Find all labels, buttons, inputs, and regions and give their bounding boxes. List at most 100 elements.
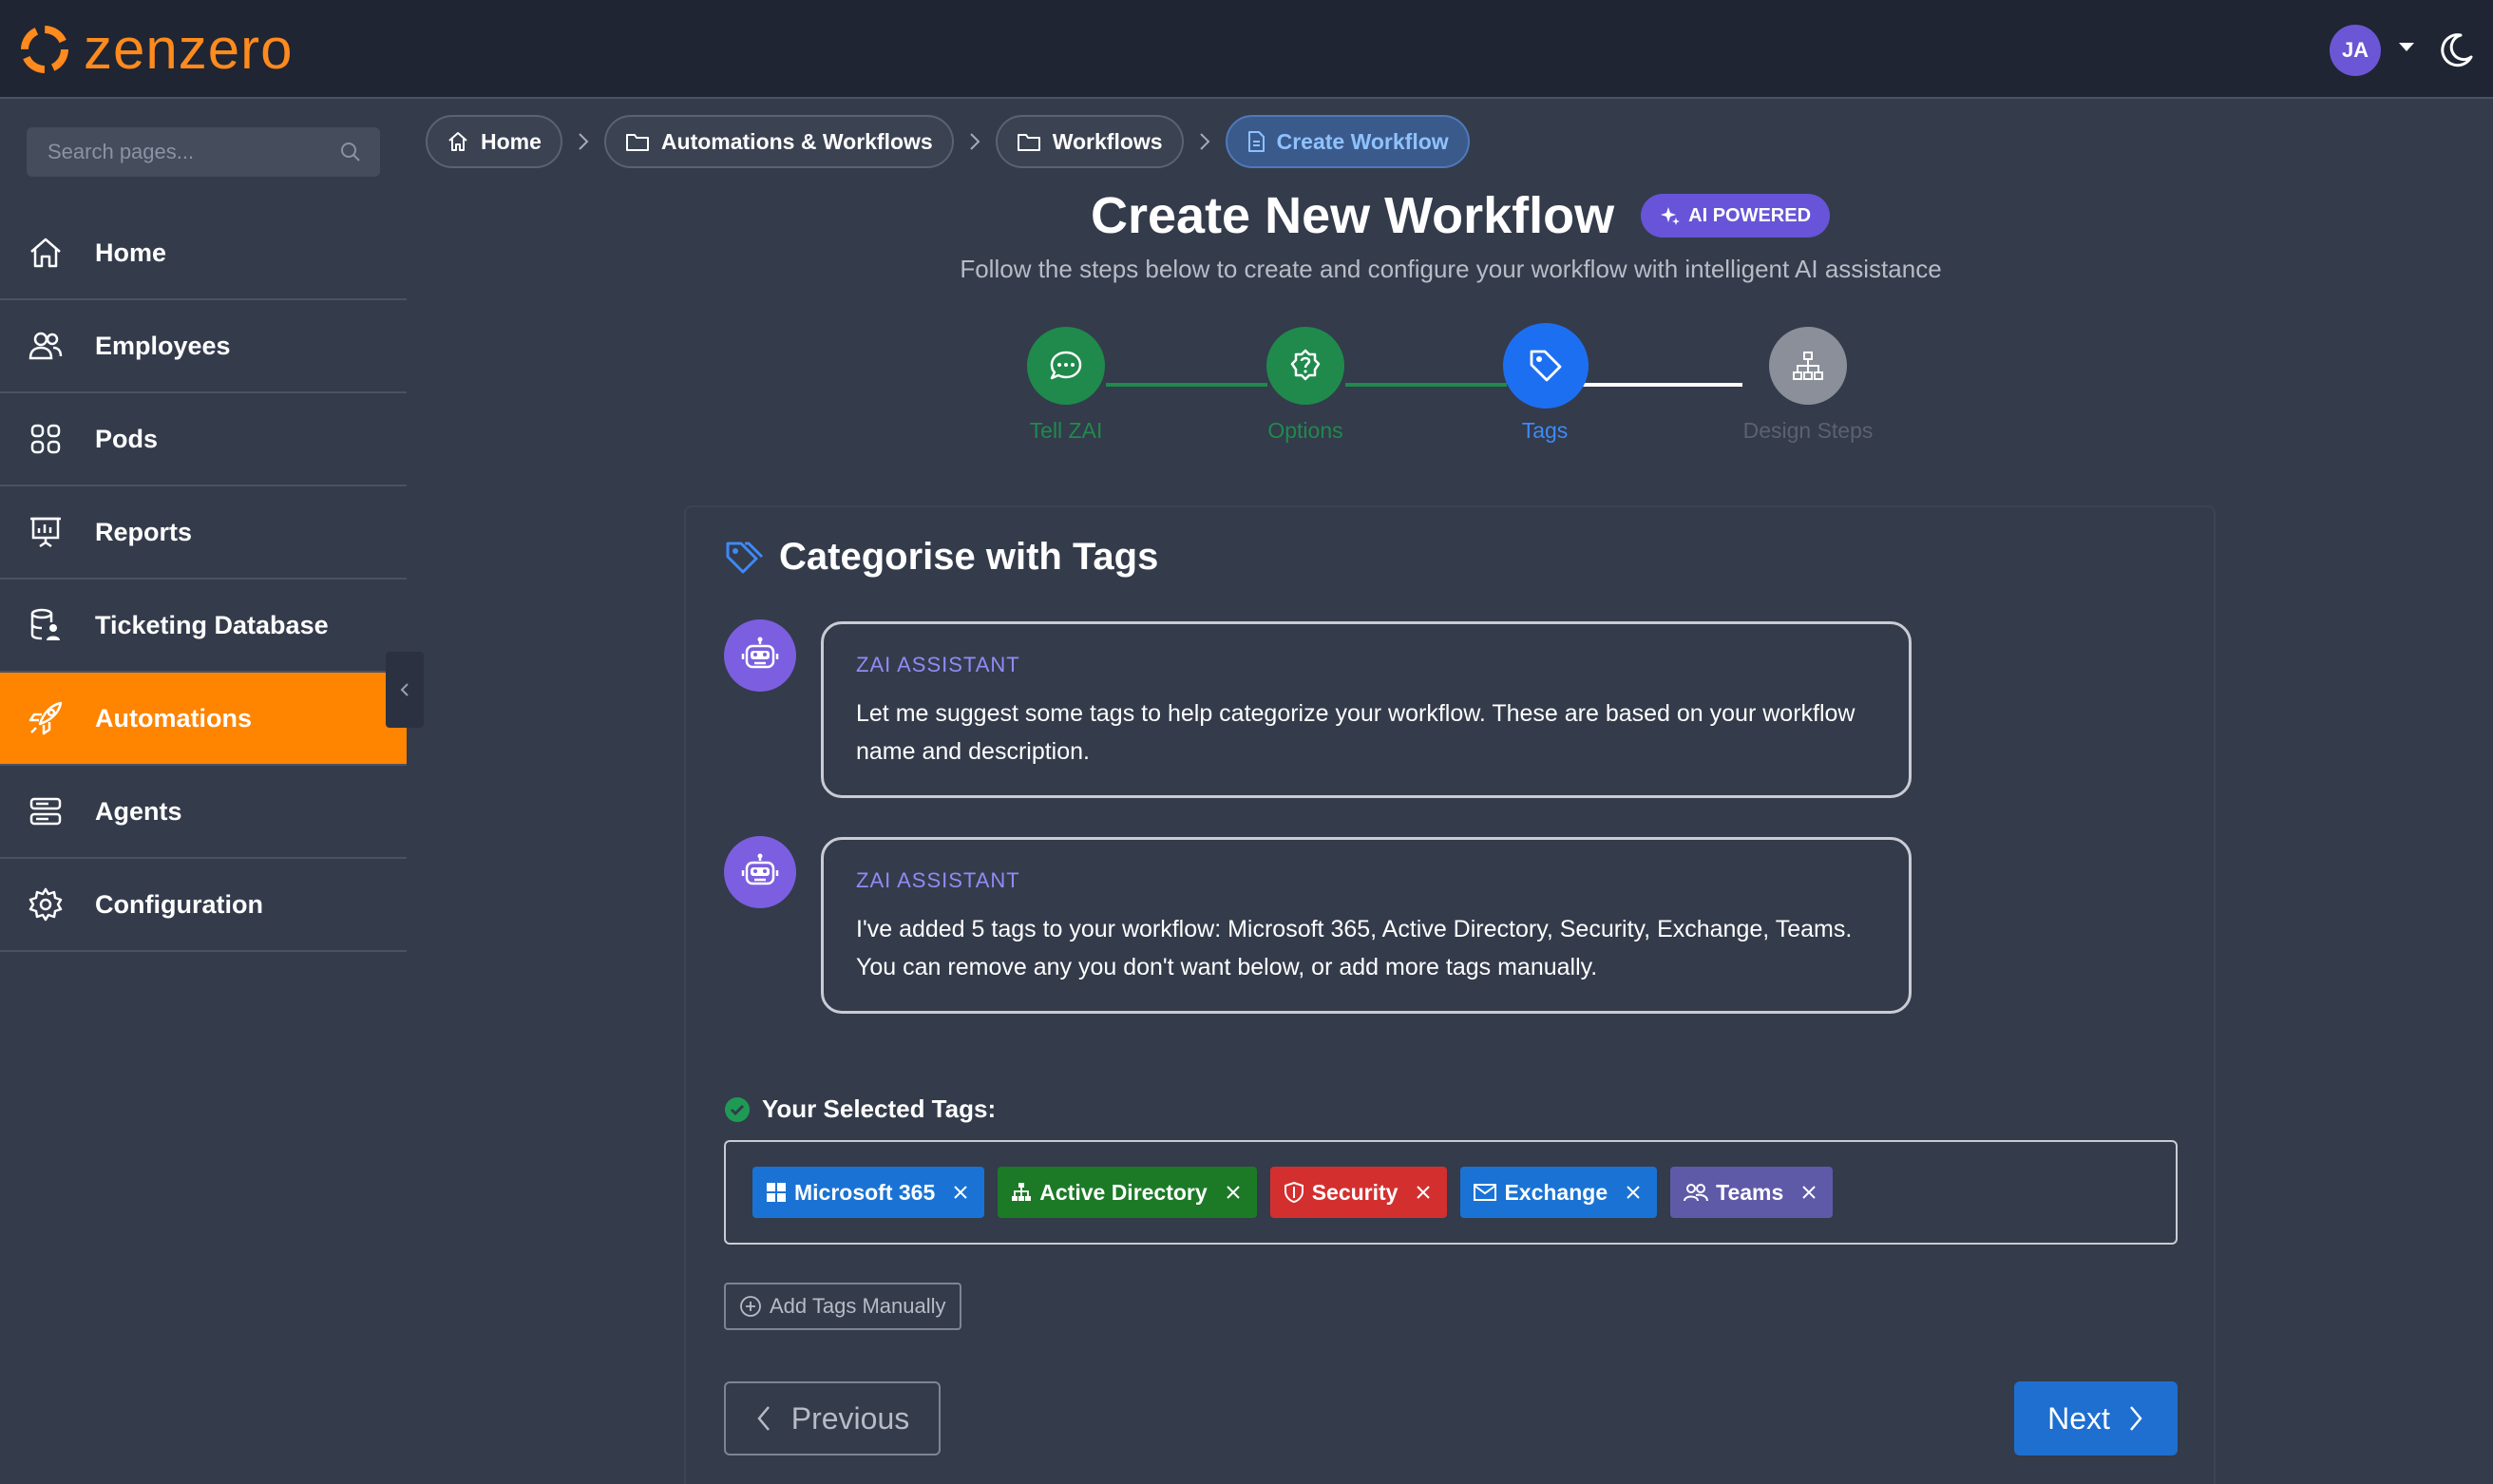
robot-icon	[741, 637, 779, 669]
assistant-message: ZAI ASSISTANT Let me suggest some tags t…	[821, 621, 1912, 798]
step-options[interactable]	[1266, 327, 1344, 405]
logo-text: zenzero	[84, 17, 294, 81]
step-connector	[1583, 383, 1742, 387]
sidebar-item-label: Ticketing Database	[95, 610, 329, 639]
selected-tags-label: Your Selected Tags:	[762, 1094, 997, 1123]
breadcrumb-create-workflow[interactable]: Create Workflow	[1225, 115, 1470, 168]
sidebar-item-pods[interactable]: Pods	[0, 393, 407, 486]
section-header: Categorise with Tags	[724, 536, 1158, 579]
windows-icon	[767, 1183, 786, 1202]
folder-icon	[1017, 134, 1040, 151]
sidebar: Home Employees Pods Reports Ticketing Da…	[0, 99, 407, 1474]
tag-chip[interactable]: Exchange	[1460, 1167, 1658, 1218]
breadcrumb-label: Create Workflow	[1276, 128, 1449, 154]
tag-chip[interactable]: Active Directory	[998, 1167, 1257, 1218]
tag-chip[interactable]: Security	[1269, 1167, 1448, 1218]
message-sender: ZAI ASSISTANT	[856, 653, 1020, 676]
sidebar-item-label: Configuration	[95, 889, 263, 919]
chat-icon	[1050, 351, 1082, 380]
breadcrumb-label: Automations & Workflows	[660, 128, 933, 154]
chevron-right-icon	[1199, 133, 1210, 150]
sidebar-item-reports[interactable]: Reports	[0, 486, 407, 580]
message-text-line: Let me suggest some tags to help categor…	[856, 700, 1855, 727]
add-tags-label: Add Tags Manually	[770, 1294, 946, 1318]
document-icon	[1247, 131, 1265, 152]
page-subtitle: Follow the steps below to create and con…	[960, 255, 1942, 283]
sidebar-item-home[interactable]: Home	[0, 207, 407, 300]
server-icon	[29, 797, 62, 826]
chevron-right-icon	[579, 133, 589, 150]
logo-mark-icon	[21, 26, 68, 73]
tag-label: Security	[1311, 1179, 1399, 1205]
step-connector	[1345, 383, 1507, 387]
sidebar-item-agents[interactable]: Agents	[0, 766, 407, 859]
add-tags-manually-button[interactable]: Add Tags Manually	[724, 1283, 961, 1330]
tag-icon	[726, 542, 764, 573]
check-circle-icon	[725, 1096, 750, 1122]
tag-chip[interactable]: Microsoft 365	[752, 1167, 985, 1218]
assistant-avatar	[724, 619, 796, 692]
page-title: Create New Workflow	[1091, 187, 1615, 244]
grid-icon	[30, 424, 61, 454]
close-icon[interactable]	[1225, 1184, 1242, 1201]
step-design-steps[interactable]	[1769, 327, 1847, 405]
home-icon	[30, 238, 61, 268]
ai-powered-badge: AI POWERED	[1641, 194, 1831, 238]
next-button[interactable]: Next	[2014, 1381, 2178, 1455]
close-icon[interactable]	[952, 1184, 969, 1201]
caret-down-icon[interactable]	[2398, 42, 2415, 53]
sidebar-collapse-button[interactable]	[386, 652, 424, 728]
section-title: Categorise with Tags	[779, 536, 1159, 578]
tag-label: Microsoft 365	[794, 1179, 936, 1205]
sidebar-item-label: Automations	[95, 703, 252, 732]
tag-label: Active Directory	[1039, 1179, 1208, 1205]
step-label: Tags	[1521, 418, 1569, 443]
tag-label: Exchange	[1504, 1179, 1608, 1205]
search-box[interactable]	[27, 127, 380, 177]
close-icon[interactable]	[1415, 1184, 1432, 1201]
message-sender: ZAI ASSISTANT	[856, 868, 1020, 892]
sidebar-item-label: Reports	[95, 517, 193, 546]
step-label: Design Steps	[1742, 418, 1874, 443]
sidebar-item-label: Agents	[95, 796, 182, 826]
sitemap-icon	[1012, 1183, 1032, 1201]
database-user-icon	[30, 608, 60, 640]
search-input[interactable]	[46, 139, 334, 165]
chevron-right-icon	[2129, 1406, 2142, 1431]
chevron-left-icon	[400, 683, 409, 696]
message-text-line: I've added 5 tags to your workflow: Micr…	[856, 916, 1853, 942]
selected-tags-box: Microsoft 365 Active Directory Security …	[724, 1140, 2178, 1245]
step-label: Options	[1267, 418, 1343, 443]
search-icon[interactable]	[340, 142, 361, 162]
previous-button[interactable]: Previous	[724, 1381, 941, 1455]
rocket-icon	[29, 701, 63, 735]
logo[interactable]: zenzero	[17, 19, 293, 80]
breadcrumb-automations-workflows[interactable]: Automations & Workflows	[603, 115, 954, 168]
tag-icon	[1530, 350, 1562, 382]
step-tags[interactable]	[1503, 323, 1589, 409]
sidebar-item-employees[interactable]: Employees	[0, 300, 407, 393]
sidebar-item-label: Employees	[95, 331, 231, 360]
top-bar: zenzero JA	[0, 0, 2493, 99]
sidebar-item-configuration[interactable]: Configuration	[0, 859, 407, 952]
moon-icon[interactable]	[2438, 32, 2474, 68]
people-icon	[1684, 1184, 1709, 1202]
avatar[interactable]: JA	[2330, 25, 2381, 76]
tag-chip[interactable]: Teams	[1670, 1167, 1834, 1218]
step-label: Tell ZAI	[1029, 418, 1103, 443]
step-tell-zai[interactable]	[1027, 327, 1105, 405]
close-icon[interactable]	[1800, 1184, 1817, 1201]
breadcrumb: Home Automations & Workflows Workflows C…	[426, 114, 1470, 169]
message-text-line: You can remove any you don't want below,…	[856, 954, 1598, 980]
robot-icon	[741, 853, 779, 885]
shield-icon	[1284, 1181, 1304, 1204]
next-label: Next	[2047, 1400, 2110, 1436]
breadcrumb-workflows[interactable]: Workflows	[995, 115, 1184, 168]
assistant-message: ZAI ASSISTANT I've added 5 tags to your …	[821, 837, 1912, 1014]
sitemap-icon	[1793, 352, 1823, 380]
breadcrumb-home[interactable]: Home	[426, 115, 562, 168]
sidebar-item-ticketing-database[interactable]: Ticketing Database	[0, 580, 407, 673]
sidebar-item-automations[interactable]: Automations	[0, 673, 407, 766]
breadcrumb-label: Workflows	[1052, 128, 1163, 154]
close-icon[interactable]	[1625, 1184, 1642, 1201]
